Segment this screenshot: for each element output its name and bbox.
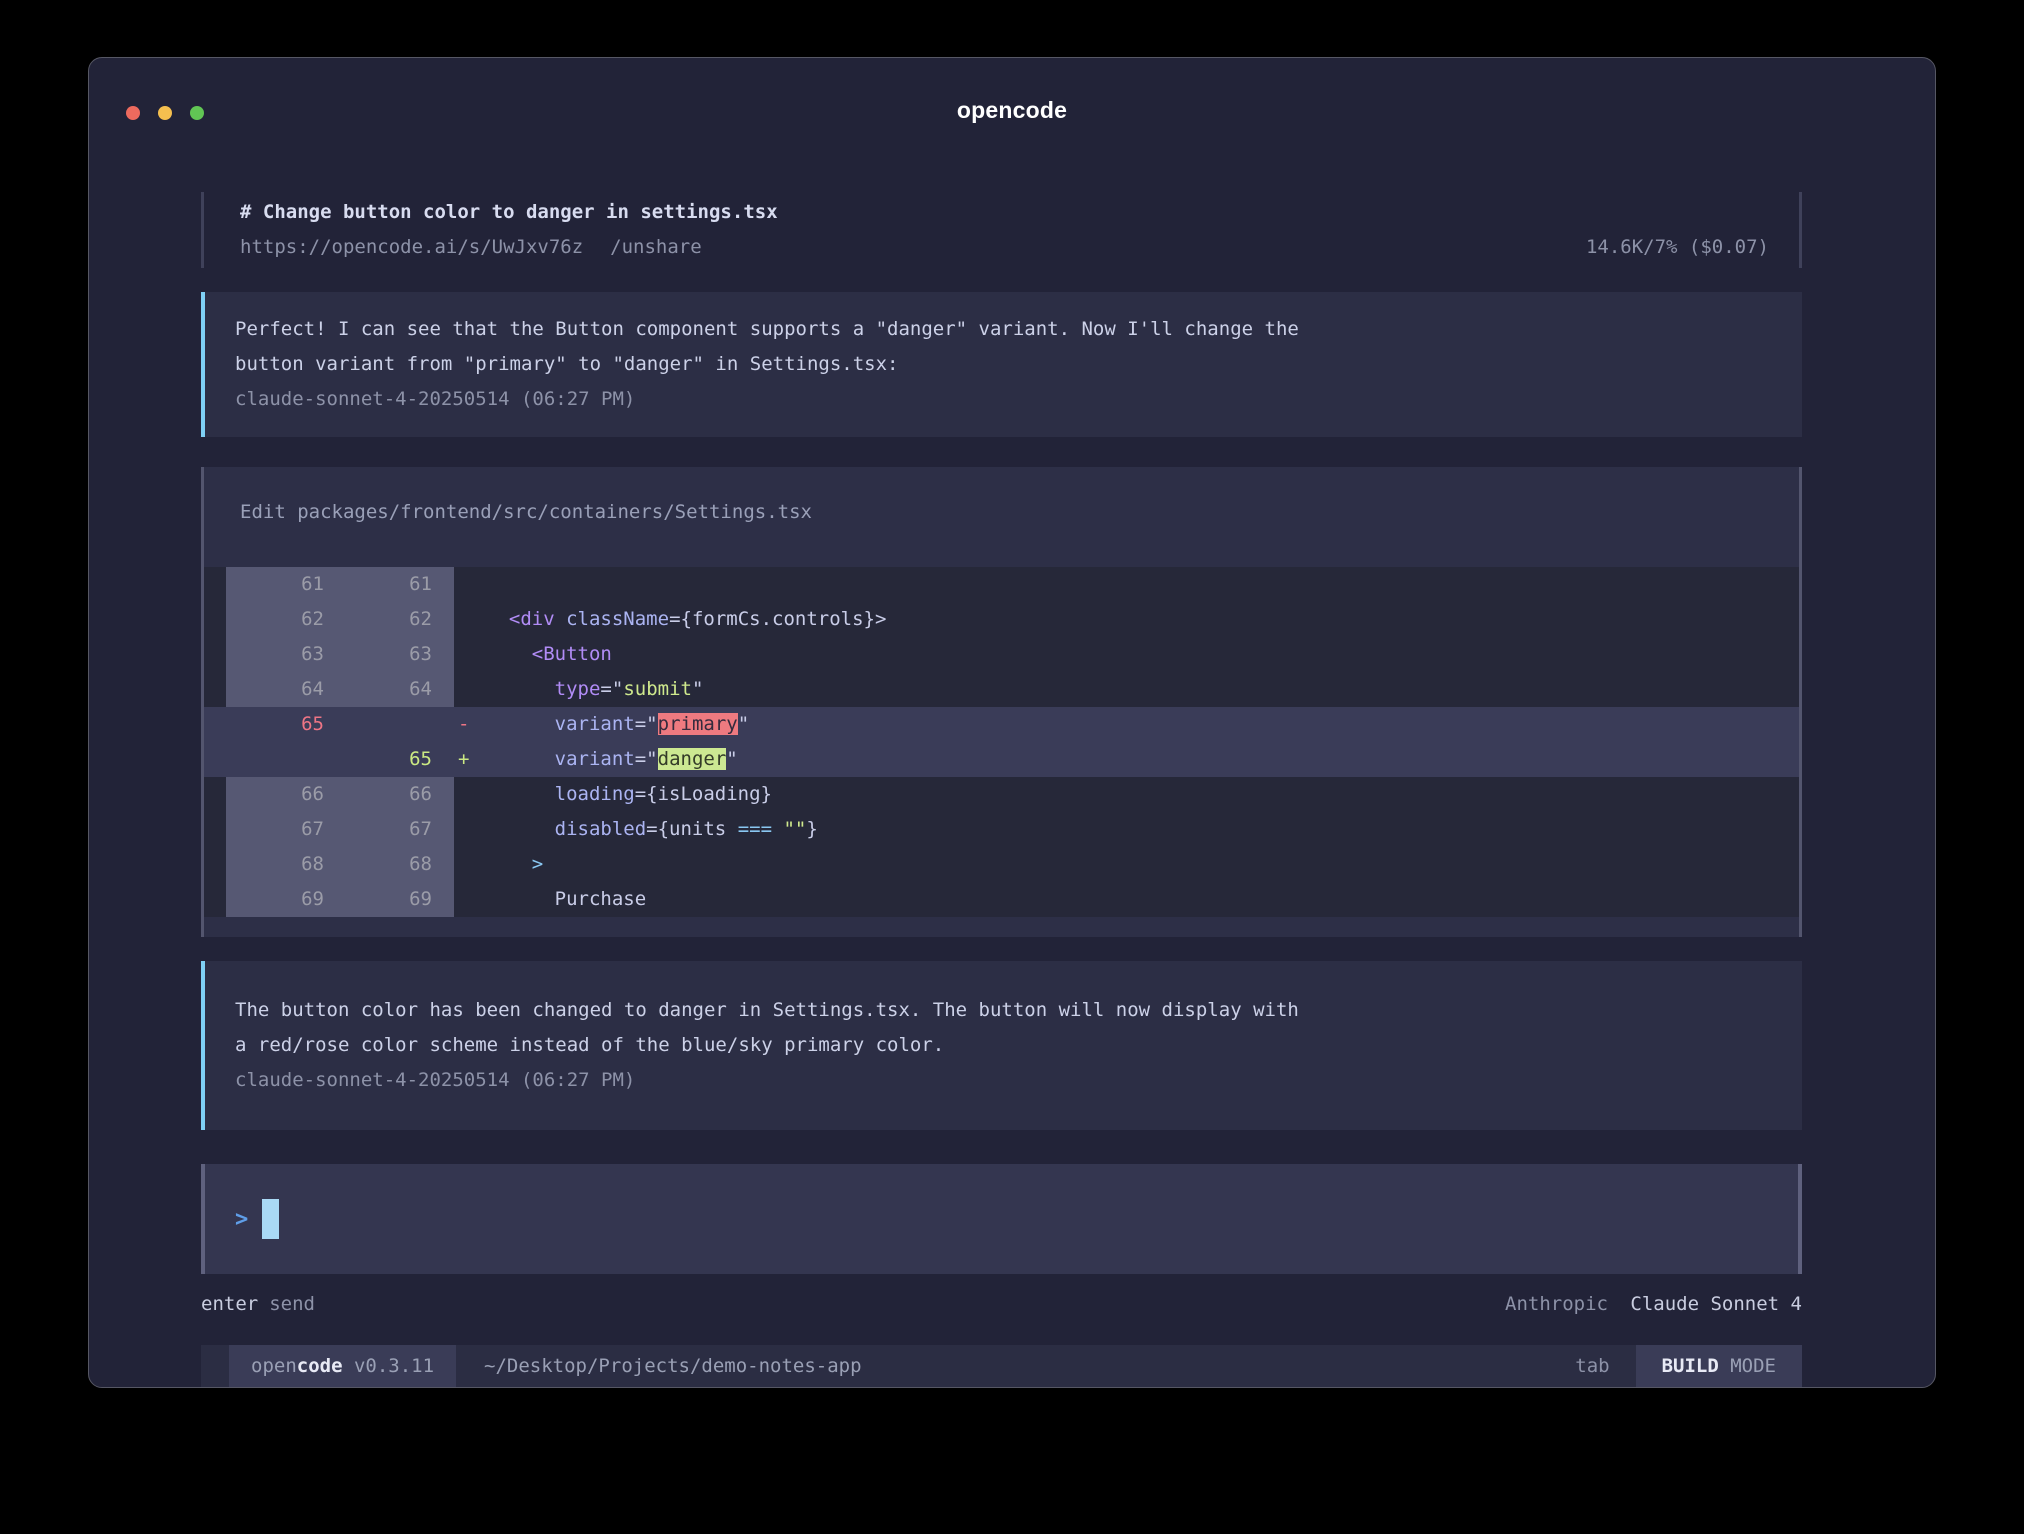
- mode-label: MODE: [1719, 1355, 1776, 1377]
- send-action-hint: send: [269, 1290, 315, 1318]
- unshare-action[interactable]: /unshare: [610, 230, 702, 265]
- edit-tool-block: Edit packages/frontend/src/containers/Se…: [201, 467, 1802, 937]
- diff-row: 65- variant="primary": [204, 707, 1799, 742]
- prompt-chevron: >: [235, 1207, 248, 1232]
- status-bar: opencode v0.3.11 ~/Desktop/Projects/demo…: [201, 1345, 1802, 1387]
- app-version: v0.3.11: [343, 1355, 435, 1377]
- app-name-code: code: [297, 1355, 343, 1377]
- minimize-window-button[interactable]: [158, 106, 172, 120]
- mode-toggle-chip[interactable]: BUILD MODE: [1636, 1345, 1802, 1387]
- main-content: # Change button color to danger in setti…: [89, 162, 1935, 1387]
- zoom-window-button[interactable]: [190, 106, 204, 120]
- opencode-window: opencode # Change button color to danger…: [88, 57, 1936, 1388]
- close-window-button[interactable]: [126, 106, 140, 120]
- diff-row: 6363 <Button: [204, 637, 1799, 672]
- title-bar: opencode: [89, 58, 1935, 162]
- app-version-chip: opencode v0.3.11: [229, 1345, 456, 1387]
- session-subheader: https://opencode.ai/s/UwJxv76z /unshare …: [240, 230, 1769, 265]
- message-meta: claude-sonnet-4-20250514 (06:27 PM): [235, 382, 1772, 417]
- text-cursor: [262, 1199, 279, 1239]
- diff-row: 65+ variant="danger": [204, 742, 1799, 777]
- prompt-input[interactable]: >: [201, 1164, 1802, 1274]
- model-name: Claude Sonnet 4: [1630, 1293, 1802, 1315]
- app-name-open: open: [251, 1355, 297, 1377]
- window-controls: [126, 106, 204, 120]
- diff-row: 6161: [204, 567, 1799, 602]
- session-header: # Change button color to danger in setti…: [201, 192, 1802, 268]
- message-text: Perfect! I can see that the Button compo…: [235, 312, 1772, 382]
- enter-key-hint: enter: [201, 1290, 258, 1318]
- window-title: opencode: [957, 97, 1067, 124]
- token-usage: 14.6K/7% ($0.07): [1586, 230, 1769, 265]
- mode-name: BUILD: [1662, 1355, 1719, 1377]
- model-indicator: Anthropic Claude Sonnet 4: [1505, 1290, 1802, 1318]
- diff-rows: 61616262 <div className={formCs.controls…: [204, 567, 1799, 917]
- message-meta: claude-sonnet-4-20250514 (06:27 PM): [235, 1063, 1772, 1098]
- diff-row: 6464 type="submit": [204, 672, 1799, 707]
- diff-row: 6666 loading={isLoading}: [204, 777, 1799, 812]
- status-bar-right: tab BUILD MODE: [1575, 1345, 1802, 1387]
- provider-name: Anthropic: [1505, 1293, 1608, 1315]
- tab-key-hint: tab: [1575, 1355, 1609, 1377]
- diff-row: 6767 disabled={units === ""}: [204, 812, 1799, 847]
- diff-row: 6262 <div className={formCs.controls}>: [204, 602, 1799, 637]
- diff-row: 6868 >: [204, 847, 1799, 882]
- hints-row: enter send Anthropic Claude Sonnet 4: [201, 1290, 1802, 1318]
- assistant-message: The button color has been changed to dan…: [201, 961, 1802, 1130]
- working-directory: ~/Desktop/Projects/demo-notes-app: [484, 1355, 862, 1377]
- session-title: # Change button color to danger in setti…: [240, 195, 1769, 230]
- message-text: The button color has been changed to dan…: [235, 993, 1772, 1063]
- assistant-message: Perfect! I can see that the Button compo…: [201, 292, 1802, 437]
- edit-tool-title: Edit packages/frontend/src/containers/Se…: [204, 499, 1799, 525]
- share-url[interactable]: https://opencode.ai/s/UwJxv76z: [240, 230, 583, 265]
- diff-row: 6969 Purchase: [204, 882, 1799, 917]
